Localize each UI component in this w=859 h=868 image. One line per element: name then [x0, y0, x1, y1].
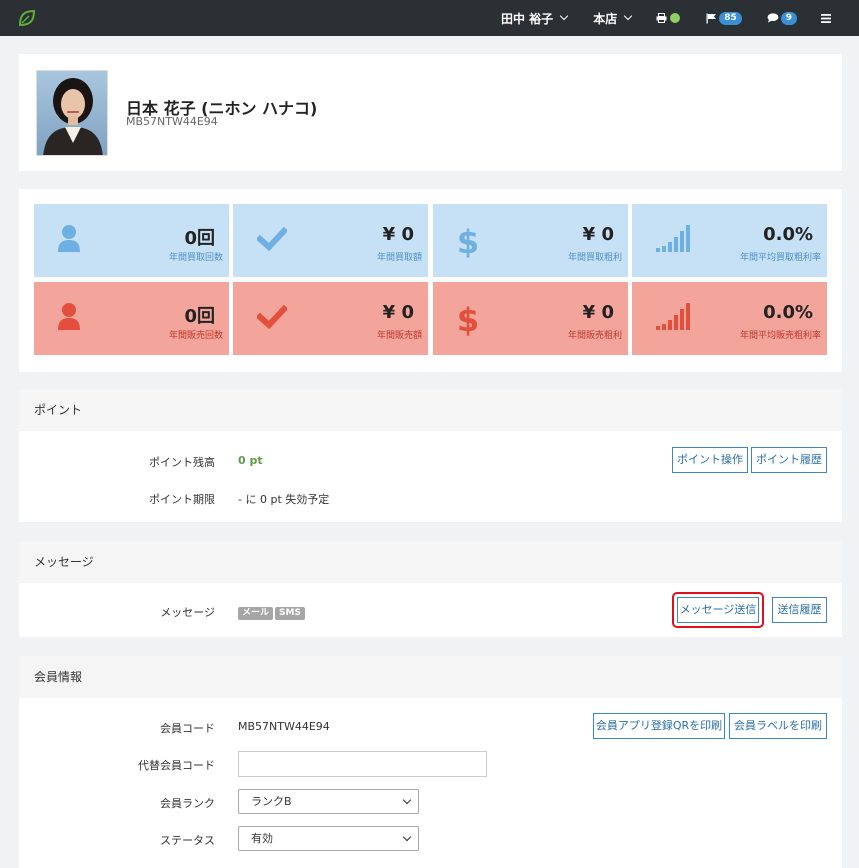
member-info-title: 会員情報	[19, 656, 842, 698]
points-expiry-value: - に 0 pt 失効予定	[238, 493, 330, 506]
leaf-logo-icon[interactable]	[18, 9, 36, 27]
member-info-panel: 会員情報 会員コード MB57NTW44E94 会員アプリ登録QRを印刷 会員ラ…	[19, 656, 842, 868]
profile-panel: 日本 花子 (ニホン ハナコ) MB57NTW44E94	[19, 54, 842, 171]
mail-tag: メール	[238, 607, 274, 620]
message-channel-tags: メール SMS	[238, 605, 307, 620]
points-balance-label: ポイント残高	[149, 456, 215, 469]
svg-text:$: $	[457, 302, 479, 336]
alt-member-code-input[interactable]	[238, 751, 487, 777]
stat-label: 年間平均販売粗利率	[739, 331, 821, 341]
stat-annual-sell-margin: 0.0% 年間平均販売粗利率	[632, 282, 827, 355]
points-expiry-label: ポイント期限	[149, 493, 215, 506]
alt-member-code-label: 代替会員コード	[138, 759, 215, 772]
sms-tag: SMS	[275, 607, 305, 620]
stat-value: ¥ 0	[582, 302, 614, 323]
signal-bars-icon	[656, 225, 690, 252]
points-panel: ポイント ポイント残高 0 pt ポイント操作 ポイント履歴 ポイント期限 - …	[19, 389, 842, 522]
dollar-icon: $	[457, 302, 479, 336]
member-rank-select[interactable]: ランクB	[238, 789, 419, 814]
stat-value: 0回	[184, 228, 215, 249]
print-app-qr-button[interactable]: 会員アプリ登録QRを印刷	[593, 713, 725, 739]
chat-bubble-icon	[767, 13, 779, 23]
messages-label: メッセージ	[160, 606, 215, 619]
nav-right: 田中 裕子 本店 85 9	[501, 0, 859, 36]
message-count-badge: 9	[780, 11, 797, 25]
status-label: ステータス	[160, 834, 215, 847]
check-icon	[257, 226, 287, 252]
store-menu[interactable]: 本店	[593, 0, 633, 36]
stat-value: 0.0%	[763, 302, 813, 323]
user-icon	[58, 225, 80, 252]
point-history-button[interactable]: ポイント履歴	[751, 447, 827, 473]
stat-value: ¥ 0	[382, 224, 414, 245]
dollar-icon: $	[457, 224, 479, 258]
stat-annual-buy-margin: 0.0% 年間平均買取粗利率	[632, 204, 827, 277]
messages-panel: メッセージ メッセージ メール SMS メッセージ送信 送信履歴	[19, 541, 842, 637]
printer-status[interactable]	[656, 0, 681, 36]
stat-value: ¥ 0	[382, 302, 414, 323]
member-code-subtitle: MB57NTW44E94	[126, 115, 218, 128]
top-navbar: 田中 裕子 本店 85 9	[0, 0, 859, 36]
stat-label: 年間平均買取粗利率	[739, 253, 821, 263]
stat-annual-buy-amount: ¥ 0 年間買取額	[233, 204, 428, 277]
menu-icon	[821, 13, 831, 23]
check-icon	[257, 304, 287, 330]
member-code-value: MB57NTW44E94	[238, 720, 330, 733]
status-value: 有効	[251, 832, 273, 845]
member-code-label: 会員コード	[160, 722, 215, 735]
stat-label: 年間買取粗利	[567, 253, 622, 263]
avatar	[36, 70, 108, 156]
stats-panel: 0回 年間買取回数 ¥ 0 年間買取額 $ ¥ 0 年間買取粗利 0.0% 年間…	[19, 189, 842, 372]
status-select[interactable]: 有効	[238, 826, 419, 851]
stat-label: 年間販売額	[376, 331, 422, 341]
stat-label: 年間買取額	[376, 253, 422, 263]
stat-label: 年間販売回数	[168, 331, 223, 341]
stat-annual-sell-count: 0回 年間販売回数	[34, 282, 229, 355]
points-balance-value: 0 pt	[238, 454, 263, 467]
send-history-button[interactable]: 送信履歴	[772, 597, 827, 623]
status-dot-icon	[670, 13, 681, 23]
send-message-button[interactable]: メッセージ送信	[677, 597, 759, 623]
member-photo	[37, 71, 107, 155]
flag-count-badge: 85	[719, 11, 742, 25]
member-rank-value: ランクB	[251, 795, 292, 808]
points-panel-title: ポイント	[19, 389, 842, 431]
user-icon	[58, 303, 80, 330]
messages-nav[interactable]: 9	[767, 0, 797, 36]
user-menu[interactable]: 田中 裕子	[501, 0, 569, 36]
stat-label: 年間買取回数	[168, 253, 223, 263]
user-name: 田中 裕子	[501, 11, 554, 26]
chevron-down-icon	[402, 795, 412, 805]
stat-value: ¥ 0	[582, 224, 614, 245]
store-name: 本店	[593, 11, 618, 26]
printer-icon	[656, 13, 667, 23]
stat-label: 年間販売粗利	[567, 331, 622, 341]
notifications[interactable]: 85	[706, 0, 742, 36]
point-operation-button[interactable]: ポイント操作	[672, 447, 748, 473]
svg-text:$: $	[457, 224, 479, 258]
hamburger-menu[interactable]	[821, 0, 831, 36]
stat-annual-buy-profit: $ ¥ 0 年間買取粗利	[433, 204, 628, 277]
signal-bars-icon	[656, 303, 690, 330]
chevron-down-icon	[623, 11, 633, 21]
chevron-down-icon	[402, 832, 412, 842]
print-member-label-button[interactable]: 会員ラベルを印刷	[729, 713, 827, 739]
stat-value: 0回	[184, 306, 215, 327]
flag-icon	[706, 13, 717, 23]
member-rank-label: 会員ランク	[160, 797, 215, 810]
stat-annual-sell-profit: $ ¥ 0 年間販売粗利	[433, 282, 628, 355]
stat-annual-buy-count: 0回 年間買取回数	[34, 204, 229, 277]
messages-panel-title: メッセージ	[19, 541, 842, 583]
stat-value: 0.0%	[763, 224, 813, 245]
stat-annual-sell-amount: ¥ 0 年間販売額	[233, 282, 428, 355]
chevron-down-icon	[559, 11, 569, 21]
